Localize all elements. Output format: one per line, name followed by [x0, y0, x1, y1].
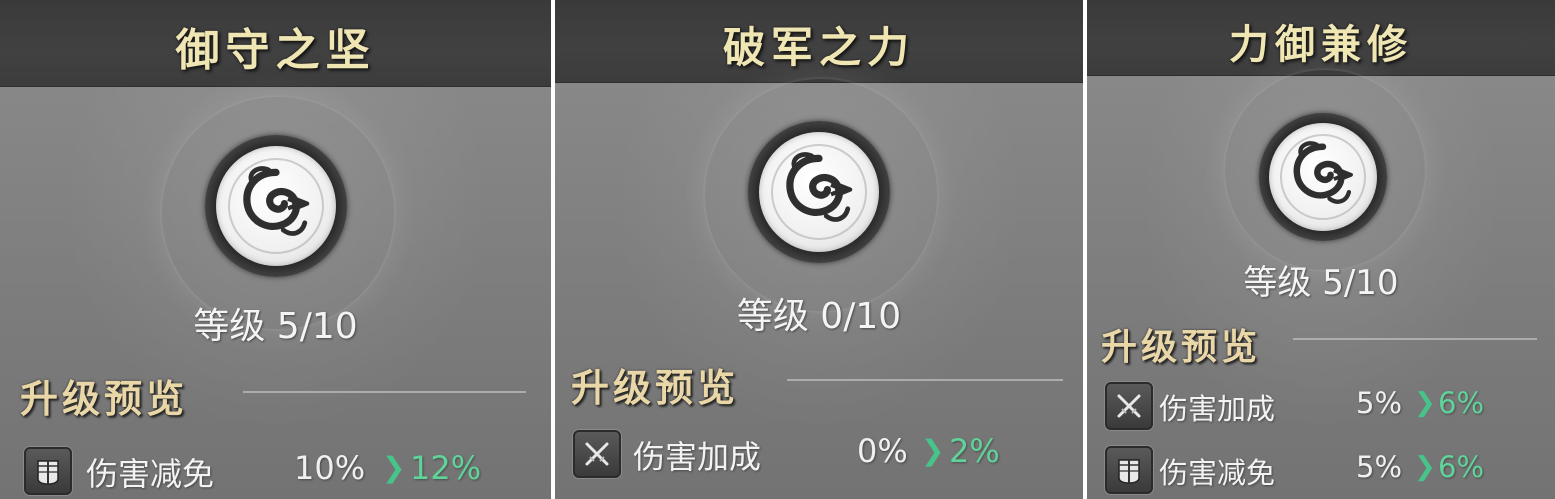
swirl-emblem-icon[interactable] — [759, 132, 879, 252]
stat-name: 伤害减免 — [86, 455, 215, 493]
section-divider — [1293, 338, 1537, 340]
level-label: 等级 0/10 — [736, 296, 902, 337]
stat-next-value: 6% — [1438, 386, 1485, 420]
stat-name: 伤害减免 — [1159, 456, 1276, 490]
stat-row-damage-reduction: 伤害减免 10% ❯ 12% — [24, 445, 544, 497]
increase-arrow-icon: ❯ — [1414, 388, 1436, 418]
skill-panel-attack[interactable]: 破军之力 等级 0/10 升级预览 伤害加成 0% ❯ 2% — [555, 0, 1083, 499]
stat-next-value: 12% — [410, 449, 482, 487]
stat-row-damage-bonus: 伤害加成 5% ❯ 6% — [1105, 380, 1545, 432]
stat-current-value: 0% — [857, 432, 908, 470]
crossed-swords-icon — [1105, 382, 1153, 430]
armor-icon — [24, 447, 72, 495]
stat-row-damage-bonus: 伤害加成 0% ❯ 2% — [573, 428, 1073, 480]
skill-panel-hybrid[interactable]: 力御兼修 等级 5/10 升级预览 伤害加成 5% ❯ 6% 伤害减免 5% ❯… — [1087, 0, 1555, 499]
skill-panel-defense[interactable]: 御守之坚 等级 5/10 升级预览 伤害减免 10% ❯ 12% — [0, 0, 551, 499]
stat-next-value: 2% — [949, 432, 1000, 470]
level-label: 等级 5/10 — [193, 306, 358, 347]
crossed-swords-icon — [573, 430, 621, 478]
stat-current-value: 5% — [1356, 450, 1403, 484]
stat-name: 伤害加成 — [1159, 392, 1276, 426]
panel-title-bar: 御守之坚 — [0, 0, 551, 87]
swirl-emblem-icon[interactable] — [1269, 123, 1377, 231]
section-divider — [243, 391, 526, 393]
panel-title-bar: 破军之力 — [555, 0, 1083, 83]
upgrade-preview-heading: 升级预览 — [20, 376, 189, 421]
swirl-glyph — [786, 152, 853, 222]
section-divider — [787, 379, 1063, 381]
increase-arrow-icon: ❯ — [1414, 452, 1436, 482]
stat-name: 伤害加成 — [633, 438, 762, 476]
upgrade-preview-heading: 升级预览 — [1101, 326, 1262, 368]
swirl-glyph — [243, 166, 310, 236]
skill-panels: 御守之坚 等级 5/10 升级预览 伤害减免 10% ❯ 12% 破军之力 等级… — [0, 0, 1555, 499]
swirl-emblem-icon[interactable] — [216, 146, 336, 266]
panel-title: 破军之力 — [722, 23, 915, 72]
panel-title: 力御兼修 — [1229, 21, 1413, 68]
armor-icon — [1105, 446, 1153, 494]
increase-arrow-icon: ❯ — [921, 434, 945, 467]
stat-row-damage-reduction: 伤害减免 5% ❯ 6% — [1105, 444, 1545, 496]
stat-next-value: 6% — [1438, 450, 1485, 484]
stat-current-value: 5% — [1356, 386, 1403, 420]
level-label: 等级 5/10 — [1243, 263, 1399, 303]
swirl-glyph — [1293, 141, 1353, 204]
stat-current-value: 10% — [294, 449, 366, 487]
upgrade-preview-heading: 升级预览 — [571, 365, 740, 410]
increase-arrow-icon: ❯ — [382, 451, 406, 484]
panel-title: 御守之坚 — [175, 25, 376, 76]
panel-title-bar: 力御兼修 — [1087, 0, 1555, 76]
